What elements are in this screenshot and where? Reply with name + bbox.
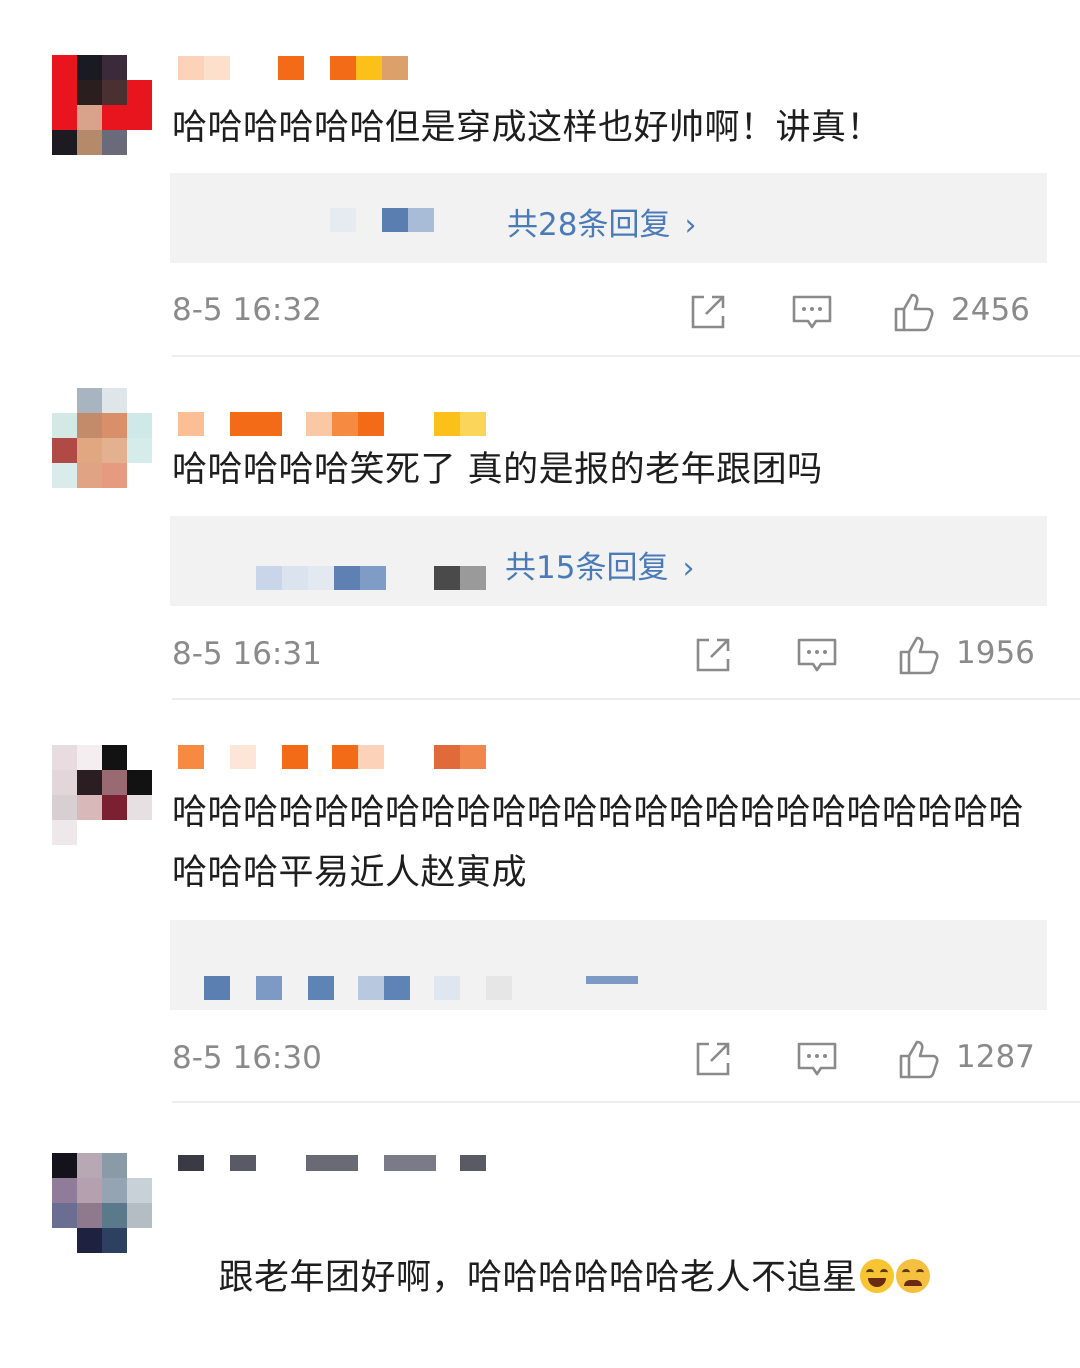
like-count: 1956 (956, 635, 1035, 671)
comment-text: 跟老年团好啊，哈哈哈哈哈哈老人不追星 (172, 1188, 1052, 1368)
reply-count-label: 共15条回复 (505, 550, 669, 586)
comment-time: 8-5 16:30 (172, 1040, 322, 1076)
reply-preview[interactable]: 共28条回复 › (170, 173, 1047, 263)
reply-preview[interactable] (170, 920, 1047, 1010)
thumbs-up-icon[interactable] (897, 633, 941, 677)
share-icon[interactable] (686, 290, 730, 334)
comment-text: 哈哈哈哈哈笑死了 真的是报的老年跟团吗 (172, 450, 823, 490)
username-redacted[interactable] (178, 412, 498, 436)
username-redacted[interactable] (178, 1155, 498, 1171)
comment-actions: 1287 (691, 1037, 1046, 1083)
thumbs-up-icon[interactable] (892, 290, 936, 334)
avatar[interactable] (52, 745, 152, 845)
comment-icon[interactable] (795, 1037, 839, 1081)
divider (172, 1101, 1080, 1103)
comment-text: 哈哈哈哈哈哈哈哈哈哈哈哈哈哈哈哈哈哈哈哈哈哈哈哈哈哈哈平易近人赵寅成 (172, 793, 1025, 893)
avatar[interactable] (52, 388, 152, 488)
comment-item: 哈哈哈哈哈笑死了 真的是报的老年跟团吗 共15条回复 › 8-5 16:31 19… (0, 360, 1080, 705)
comment-icon[interactable] (795, 633, 839, 677)
thumbs-up-icon[interactable] (897, 1037, 941, 1081)
crying-emoji-icon (895, 1259, 930, 1293)
divider (172, 355, 1080, 357)
reply-count-label: 共28条回复 (507, 207, 671, 243)
avatar[interactable] (52, 1153, 152, 1253)
like-count: 1287 (956, 1039, 1035, 1075)
comment-text: 哈哈哈哈哈哈但是穿成这样也好帅啊！讲真！ (172, 108, 883, 148)
like-count: 2456 (951, 292, 1030, 328)
chevron-right-icon: › (682, 551, 695, 586)
username-redacted[interactable] (178, 745, 498, 769)
chevron-right-icon: › (684, 208, 697, 243)
reply-count-link[interactable]: 共28条回复 › (507, 199, 696, 244)
username-redacted[interactable] (178, 56, 498, 80)
share-icon[interactable] (691, 633, 735, 677)
comment-item: 哈哈哈哈哈哈但是穿成这样也好帅啊！讲真！ 共28条回复 › 8-5 16:32 2… (0, 0, 1080, 360)
comment-actions: 2456 (686, 290, 1046, 336)
comment-actions: 1956 (691, 633, 1046, 679)
share-icon[interactable] (691, 1037, 735, 1081)
laughing-tears-emoji-icon (859, 1259, 894, 1293)
comment-icon[interactable] (790, 290, 834, 334)
comment-text-content: 跟老年团好啊，哈哈哈哈哈哈老人不追星 (218, 1258, 858, 1298)
reply-preview[interactable]: 共15条回复 › (170, 516, 1047, 606)
comment-item: 跟老年团好啊，哈哈哈哈哈哈老人不追星 (0, 1105, 1080, 1298)
avatar[interactable] (52, 55, 152, 155)
comment-time: 8-5 16:32 (172, 292, 322, 328)
reply-count-link[interactable]: 共15条回复 › (505, 542, 694, 587)
divider (172, 698, 1080, 700)
comment-item: 哈哈哈哈哈哈哈哈哈哈哈哈哈哈哈哈哈哈哈哈哈哈哈哈哈哈哈平易近人赵寅成 8-5 1… (0, 705, 1080, 1105)
comment-time: 8-5 16:31 (172, 636, 322, 672)
